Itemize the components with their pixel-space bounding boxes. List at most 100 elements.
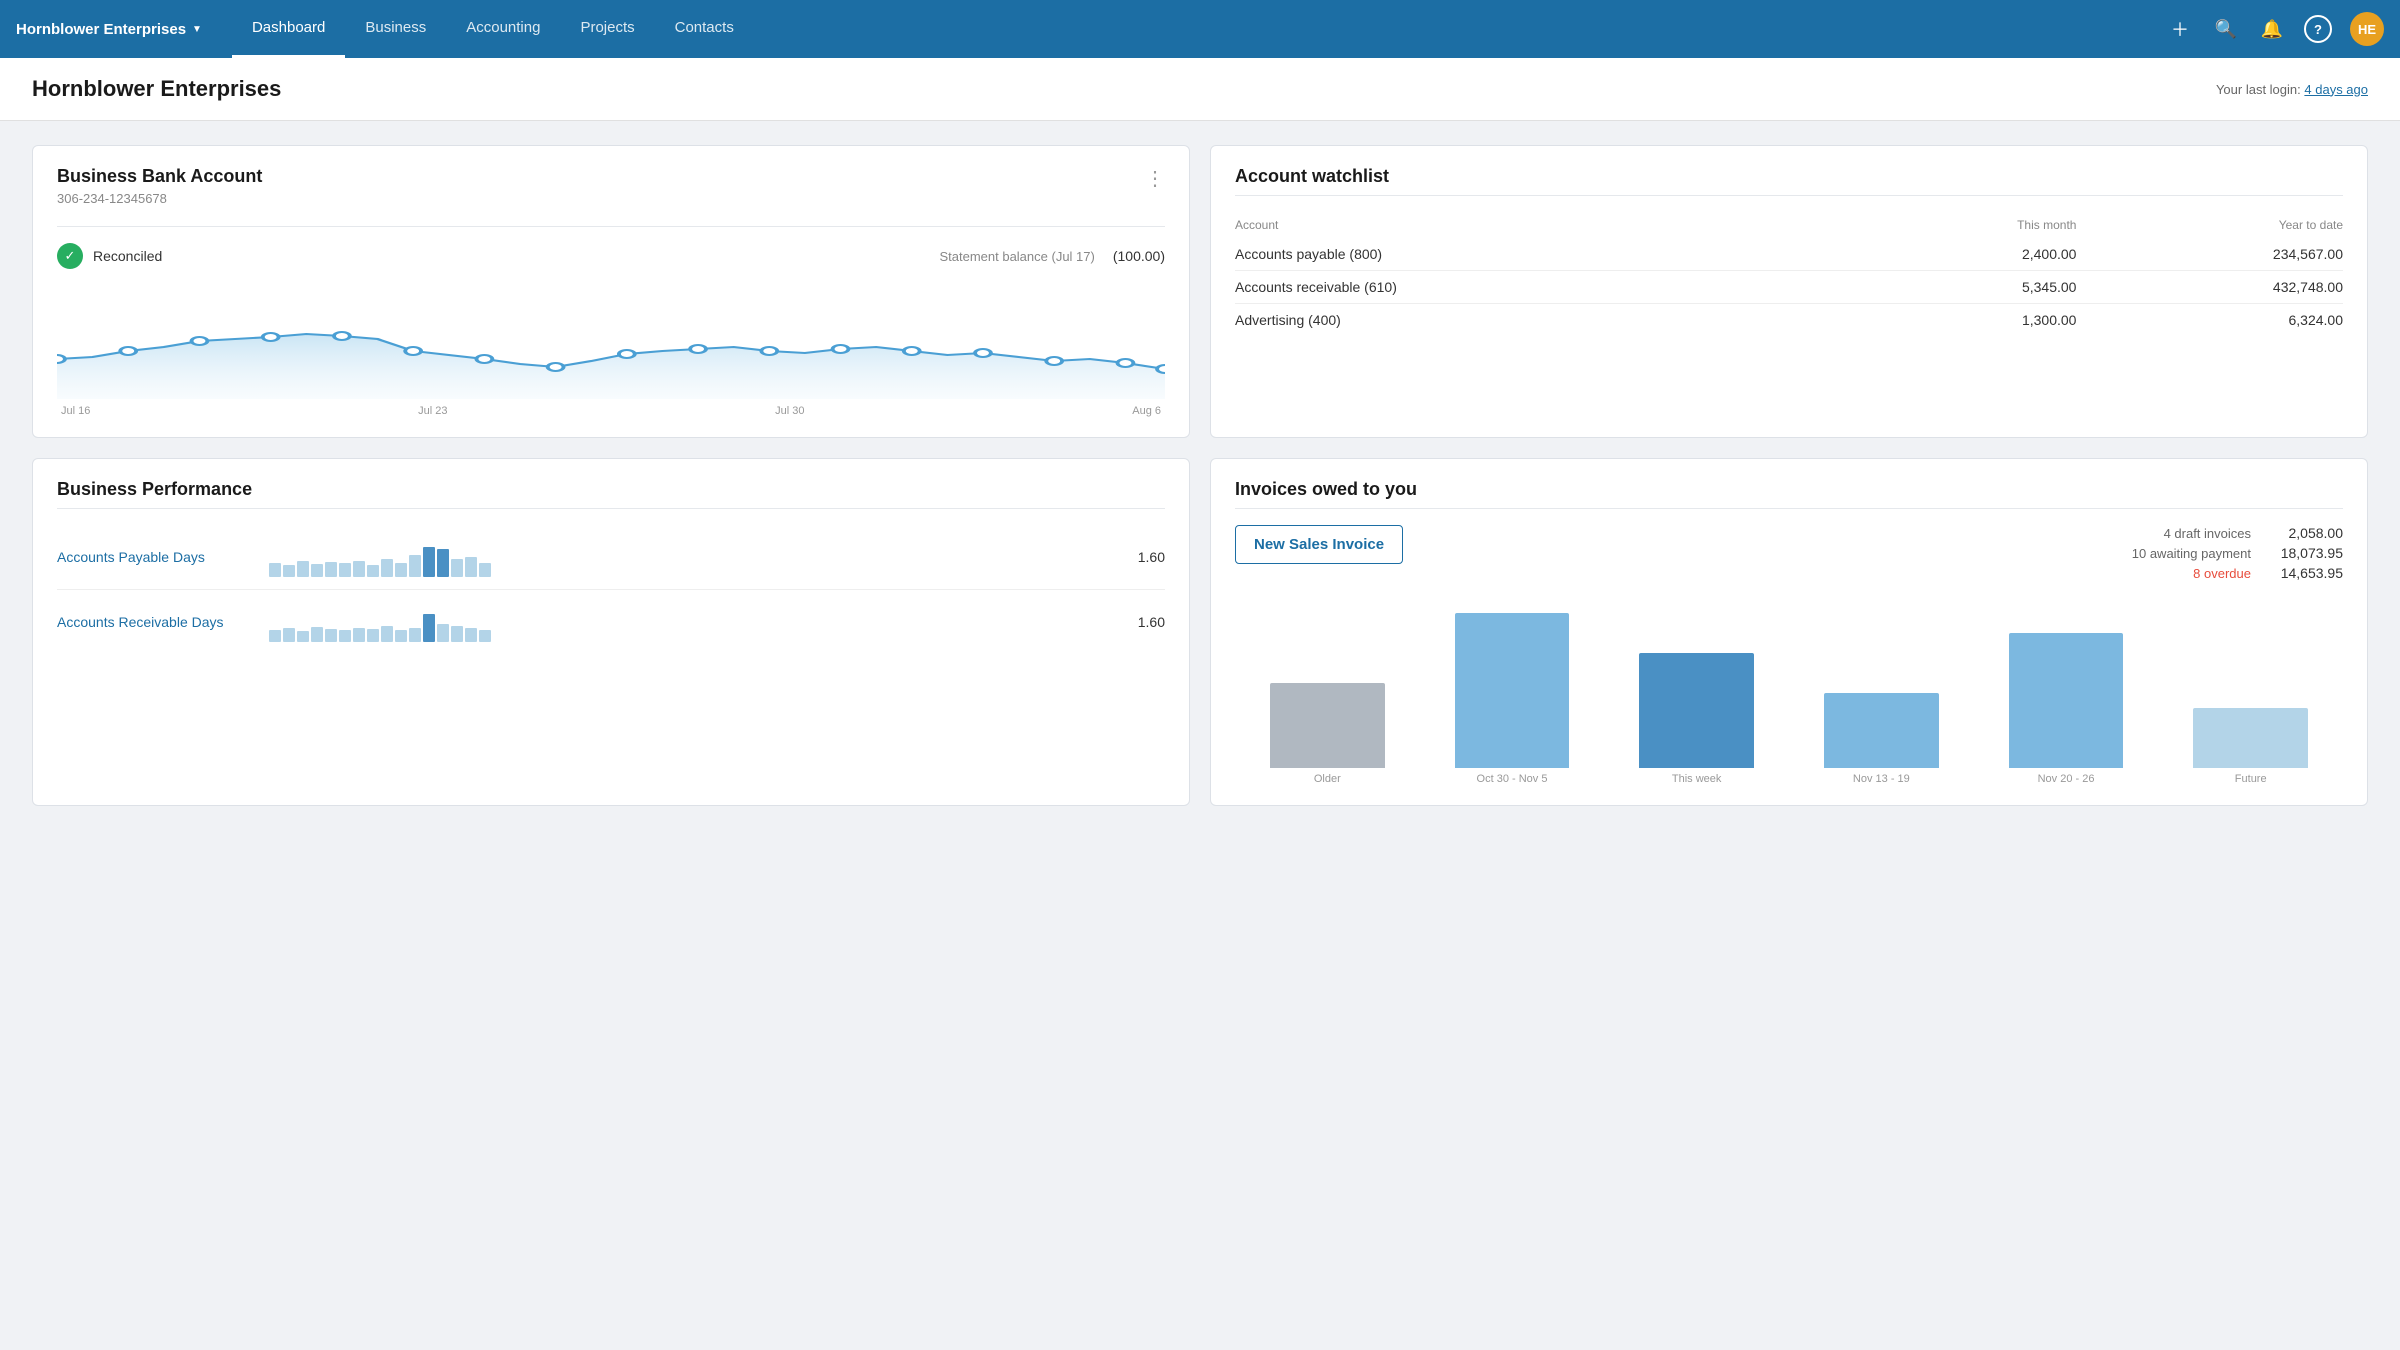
watchlist-title: Account watchlist	[1235, 166, 2343, 187]
last-login-link[interactable]: 4 days ago	[2304, 82, 2368, 97]
nav-item-dashboard[interactable]: Dashboard	[232, 0, 345, 58]
perf-bar	[451, 626, 463, 642]
watchlist-col-ytd: Year to date	[2076, 212, 2343, 238]
perf-value-2: 1.60	[1125, 614, 1165, 630]
perf-bar	[381, 559, 393, 577]
last-login: Your last login: 4 days ago	[2216, 82, 2368, 97]
perf-bar	[409, 628, 421, 642]
watchlist-divider	[1235, 195, 2343, 196]
bar-label-future: Future	[2235, 773, 2267, 785]
perf-bar	[367, 565, 379, 577]
invoice-stat-row-3: 8 overdue 14,653.95	[1427, 565, 2343, 581]
perf-bar	[367, 629, 379, 642]
bar-group-older: Older	[1239, 683, 1416, 785]
last-login-label: Your last login:	[2216, 82, 2301, 97]
bank-header: Business Bank Account 306-234-12345678 ⋮	[57, 166, 1165, 218]
nav-item-business[interactable]: Business	[345, 0, 446, 58]
invoice-stat-label-2: 10 awaiting payment	[2132, 546, 2251, 561]
new-sales-invoice-button[interactable]: New Sales Invoice	[1235, 525, 1403, 564]
perf-bar	[451, 559, 463, 577]
perf-bar	[297, 561, 309, 577]
table-row: Accounts receivable (610) 5,345.00 432,7…	[1235, 271, 2343, 304]
perf-bar	[297, 631, 309, 642]
watchlist-row2-account: Accounts receivable (610)	[1235, 271, 1851, 304]
perf-bar	[395, 630, 407, 642]
perf-bar	[353, 628, 365, 642]
watchlist-col-this-month: This month	[1851, 212, 2077, 238]
bar-future	[2193, 708, 2308, 768]
perf-bar	[269, 630, 281, 642]
watchlist-row2-ytd: 432,748.00	[2076, 271, 2343, 304]
bar-nov13	[1824, 693, 1939, 768]
bar-group-nov20: Nov 20 - 26	[1978, 633, 2155, 785]
bar-group-nov13: Nov 13 - 19	[1793, 693, 1970, 785]
perf-label-1[interactable]: Accounts Payable Days	[57, 549, 257, 565]
bar-label-oct30: Oct 30 - Nov 5	[1477, 773, 1548, 785]
invoices-owed-card: Invoices owed to you New Sales Invoice 4…	[1210, 458, 2368, 806]
balance-amount: (100.00)	[1113, 248, 1165, 264]
bank-account-card: Business Bank Account 306-234-12345678 ⋮…	[32, 145, 1190, 438]
bank-line-chart	[57, 279, 1165, 399]
bar-nov20	[2009, 633, 2124, 768]
reconciled-row: ✓ Reconciled Statement balance (Jul 17) …	[57, 243, 1165, 269]
perf-bar	[353, 561, 365, 577]
line-chart-svg	[57, 279, 1165, 399]
invoice-stat-row-1: 4 draft invoices 2,058.00	[1427, 525, 2343, 541]
perf-value-1: 1.60	[1125, 549, 1165, 565]
invoice-stat-label-overdue: 8 overdue	[2193, 566, 2251, 581]
watchlist-row1-ytd: 234,567.00	[2076, 238, 2343, 271]
bar-group-future: Future	[2162, 708, 2339, 785]
bar-older	[1270, 683, 1385, 768]
page-title: Hornblower Enterprises	[32, 76, 281, 102]
perf-bar	[339, 630, 351, 642]
business-performance-card: Business Performance Accounts Payable Da…	[32, 458, 1190, 806]
notifications-icon[interactable]: 🔔	[2258, 15, 2286, 43]
perf-bar	[283, 565, 295, 577]
bar-group-this-week: This week	[1608, 653, 1785, 785]
user-avatar[interactable]: HE	[2350, 12, 2384, 46]
chart-label-3: Jul 30	[775, 405, 804, 417]
bar-label-this-week: This week	[1672, 773, 1722, 785]
invoice-bar-chart: Older Oct 30 - Nov 5 This week Nov 13 - …	[1235, 605, 2343, 785]
bar-label-nov20: Nov 20 - 26	[2038, 773, 2095, 785]
brand-chevron-icon: ▼	[192, 24, 202, 35]
nav-item-contacts[interactable]: Contacts	[655, 0, 754, 58]
invoice-stats: 4 draft invoices 2,058.00 10 awaiting pa…	[1427, 525, 2343, 585]
page-header: Hornblower Enterprises Your last login: …	[0, 58, 2400, 121]
perf-bar	[479, 630, 491, 642]
invoice-stat-value-2: 18,073.95	[2263, 545, 2343, 561]
help-icon[interactable]: ?	[2304, 15, 2332, 43]
nav-item-projects[interactable]: Projects	[560, 0, 654, 58]
perf-bar	[311, 564, 323, 577]
invoice-stat-label-1: 4 draft invoices	[2164, 526, 2251, 541]
search-icon[interactable]: 🔍	[2212, 15, 2240, 43]
invoices-title: Invoices owed to you	[1235, 479, 2343, 500]
perf-bar	[269, 563, 281, 577]
watchlist-row3-month: 1,300.00	[1851, 304, 2077, 337]
main-content: Business Bank Account 306-234-12345678 ⋮…	[0, 121, 2400, 830]
perf-row-1: Accounts Payable Days 1.60	[57, 525, 1165, 590]
invoice-stat-row-2: 10 awaiting payment 18,073.95	[1427, 545, 2343, 561]
nav-brand[interactable]: Hornblower Enterprises ▼	[16, 21, 202, 38]
add-icon[interactable]: ＋	[2166, 15, 2194, 43]
reconciled-label: Reconciled	[93, 248, 162, 264]
perf-bar	[395, 563, 407, 577]
perf-bar	[437, 549, 449, 577]
perf-bar	[465, 557, 477, 577]
account-watchlist-card: Account watchlist Account This month Yea…	[1210, 145, 2368, 438]
bar-label-nov13: Nov 13 - 19	[1853, 773, 1910, 785]
bar-label-older: Older	[1314, 773, 1341, 785]
perf-bar	[339, 563, 351, 577]
bank-more-icon[interactable]: ⋮	[1145, 166, 1165, 191]
invoice-top-section: New Sales Invoice 4 draft invoices 2,058…	[1235, 525, 2343, 585]
perf-bars-1	[269, 537, 1113, 577]
perf-bar	[325, 629, 337, 642]
perf-bar	[311, 627, 323, 642]
statement-balance-label: Statement balance (Jul 17)	[939, 249, 1094, 264]
nav-item-accounting[interactable]: Accounting	[446, 0, 560, 58]
perf-label-2[interactable]: Accounts Receivable Days	[57, 614, 257, 630]
perf-bar	[381, 626, 393, 642]
watchlist-table: Account This month Year to date Accounts…	[1235, 212, 2343, 336]
table-row: Advertising (400) 1,300.00 6,324.00	[1235, 304, 2343, 337]
top-navigation: Hornblower Enterprises ▼ Dashboard Busin…	[0, 0, 2400, 58]
